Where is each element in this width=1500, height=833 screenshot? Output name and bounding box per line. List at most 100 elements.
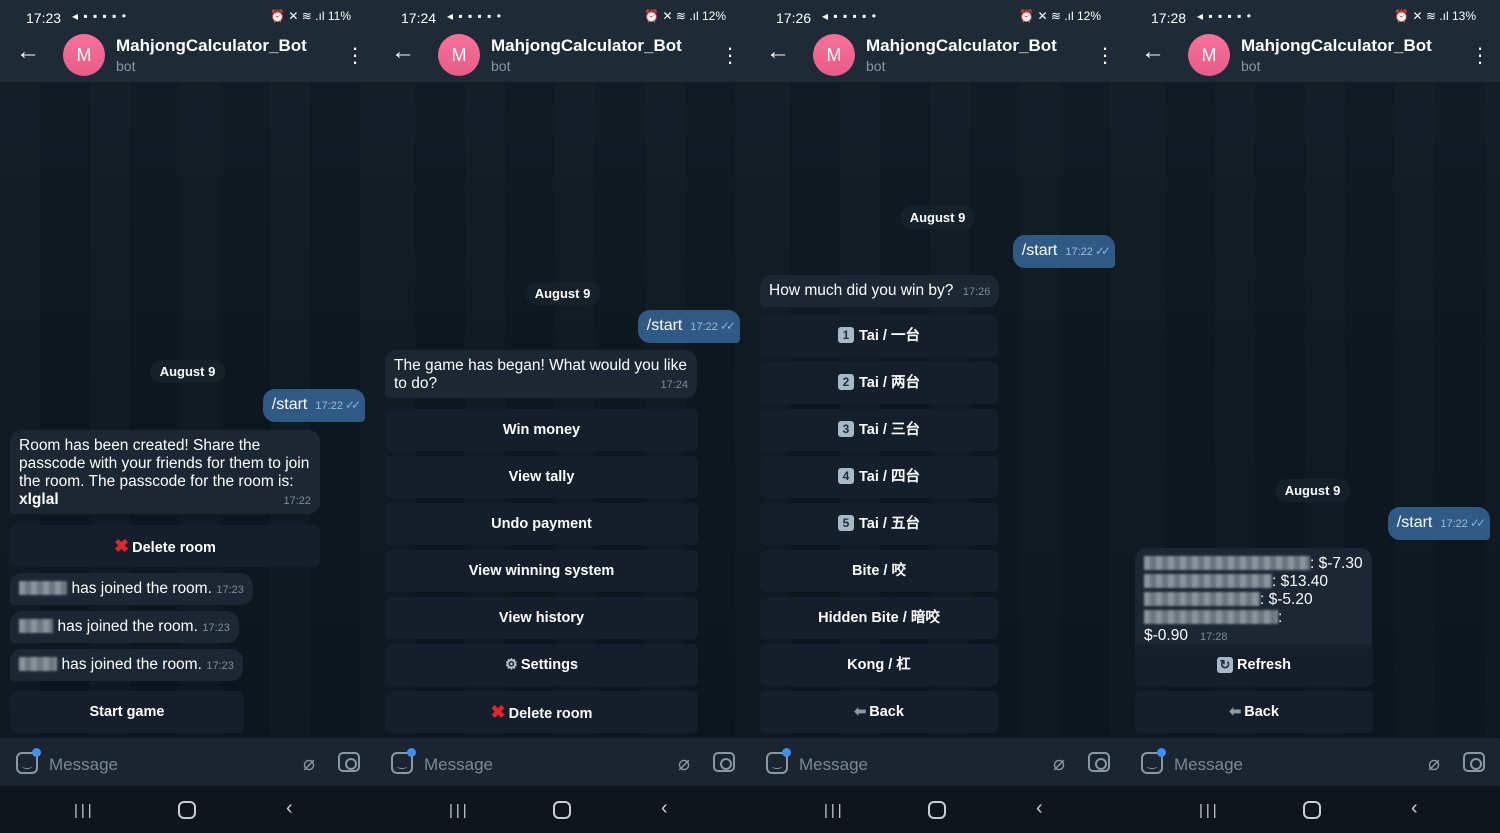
recents-icon[interactable]: ||| — [1199, 802, 1220, 819]
message-time: 17:28 — [1199, 631, 1228, 643]
bot-name[interactable]: MahjongCalculator_Bot — [116, 36, 307, 56]
message-time: 17:22 — [1065, 246, 1093, 258]
bite-button[interactable]: Bite / 咬 — [760, 550, 998, 592]
view-tally-button[interactable]: View tally — [385, 456, 698, 498]
passcode: xlglal — [19, 491, 59, 508]
attach-icon[interactable]: ⌀ — [1053, 751, 1065, 776]
avatar[interactable]: M — [63, 34, 105, 76]
refresh-button[interactable]: ↻ Refresh — [1135, 644, 1373, 686]
three-tai-button[interactable]: 3 Tai / 三台 — [760, 409, 998, 451]
five-tai-button[interactable]: 5 Tai / 五台 — [760, 503, 998, 545]
status-time: 17:24 — [401, 10, 437, 26]
home-icon[interactable] — [178, 801, 196, 819]
read-checks-icon: ✓✓ — [1094, 244, 1111, 258]
chat-area: August 9 /start 17:22 ✓✓ : $-7.30 : $13.40… — [1125, 82, 1500, 738]
keycap-5-icon: 5 — [838, 515, 855, 531]
message-input[interactable]: Message — [49, 755, 118, 775]
camera-icon[interactable] — [1088, 752, 1110, 772]
attach-icon[interactable]: ⌀ — [303, 751, 315, 776]
attach-icon[interactable]: ⌀ — [1428, 751, 1440, 776]
redacted-name — [1144, 574, 1272, 588]
message-text: /start — [271, 396, 308, 413]
avatar[interactable]: M — [1188, 34, 1230, 76]
recents-icon[interactable]: ||| — [824, 802, 845, 819]
back-arrow-icon[interactable]: ← — [766, 40, 790, 64]
avatar[interactable]: M — [813, 34, 855, 76]
screen-3: 17:26 ◂ ▪ ▪ ▪ ▪ • ⏰ ✕ ≋ .ıl 12% ← M Mahj… — [750, 0, 1125, 833]
battery-percent: 11% — [327, 9, 351, 23]
redacted-name — [1144, 610, 1278, 624]
more-vert-icon[interactable]: · · · — [351, 37, 359, 73]
joined-message: has joined the room. 17:23 — [10, 611, 239, 643]
date-pill: August 9 — [1274, 479, 1351, 502]
status-time: 17:28 — [1151, 10, 1187, 26]
bot-status: bot — [491, 58, 511, 74]
status-time: 17:26 — [776, 10, 812, 26]
home-icon[interactable] — [1303, 801, 1321, 819]
tally-message: : $-7.30 : $13.40 : $-5.20 : $-0.90 17:28 — [1135, 548, 1372, 653]
view-winning-system-button[interactable]: View winning system — [385, 550, 698, 592]
message-input[interactable]: Message — [799, 755, 868, 775]
bot-name[interactable]: MahjongCalculator_Bot — [1241, 36, 1432, 56]
start-message: /start 17:22 ✓✓ — [637, 310, 740, 343]
recents-icon[interactable]: ||| — [449, 802, 470, 819]
chat-area: August 9 /start 17:22 ✓✓ The game has bega… — [375, 82, 750, 738]
keycap-4-icon: 4 — [838, 468, 855, 484]
joined-message: has joined the room. 17:23 — [10, 573, 253, 605]
cross-icon: ✖ — [114, 536, 130, 556]
recents-icon[interactable]: ||| — [74, 802, 95, 819]
bot-status: bot — [116, 58, 136, 74]
nav-back-icon[interactable]: ‹ — [286, 797, 293, 820]
undo-payment-button[interactable]: Undo payment — [385, 503, 698, 545]
camera-icon[interactable] — [1463, 752, 1485, 772]
back-arrow-icon: ⬅ — [854, 704, 867, 720]
message-input[interactable]: Message — [424, 755, 493, 775]
avatar[interactable]: M — [438, 34, 480, 76]
win-money-button[interactable]: Win money — [385, 409, 698, 451]
camera-icon[interactable] — [713, 752, 735, 772]
notification-icons: ◂ ▪ ▪ ▪ ▪ • — [72, 9, 127, 23]
start-game-button[interactable]: Start game — [10, 691, 244, 733]
cross-icon: ✖ — [490, 702, 506, 722]
home-icon[interactable] — [553, 801, 571, 819]
more-vert-icon[interactable]: · · · — [1101, 37, 1109, 73]
back-button[interactable]: ⬅ Back — [1135, 691, 1373, 733]
kong-button[interactable]: Kong / 杠 — [760, 644, 998, 686]
chat-header: ← M MahjongCalculator_Bot bot · · · — [750, 28, 1125, 82]
chat-header: ← M MahjongCalculator_Bot bot · · · — [0, 28, 375, 82]
back-arrow-icon[interactable]: ← — [16, 40, 40, 64]
status-right: ⏰ ✕ ≋ .ıl 11% — [270, 9, 351, 23]
nav-back-icon[interactable]: ‹ — [661, 797, 668, 820]
room-created-message: Room has been created! Share the passcod… — [10, 430, 320, 514]
delete-room-button[interactable]: ✖ Delete room — [385, 691, 698, 733]
home-icon[interactable] — [928, 801, 946, 819]
attach-icon[interactable]: ⌀ — [678, 751, 690, 776]
camera-icon[interactable] — [338, 752, 360, 772]
back-button[interactable]: ⬅ Back — [760, 691, 998, 733]
settings-button[interactable]: ⚙ Settings — [385, 644, 698, 686]
bot-status: bot — [1241, 58, 1261, 74]
notification-icons: ◂ ▪ ▪ ▪ ▪ • — [1197, 9, 1252, 23]
battery-percent: 12% — [1076, 9, 1101, 23]
bot-name[interactable]: MahjongCalculator_Bot — [491, 36, 682, 56]
four-tai-button[interactable]: 4 Tai / 四台 — [760, 456, 998, 498]
two-tai-button[interactable]: 2 Tai / 两台 — [760, 362, 998, 404]
message-input[interactable]: Message — [1174, 755, 1243, 775]
message-input-bar: ‿ Message ⌀ — [1125, 738, 1500, 786]
nav-back-icon[interactable]: ‹ — [1411, 797, 1418, 820]
view-history-button[interactable]: View history — [385, 597, 698, 639]
tally-row: : $13.40 — [1144, 573, 1363, 591]
system-nav-bar: ||| ‹ — [0, 786, 375, 833]
nav-back-icon[interactable]: ‹ — [1036, 797, 1043, 820]
bot-name[interactable]: MahjongCalculator_Bot — [866, 36, 1057, 56]
message-text: /start — [1396, 514, 1433, 531]
notification-icons: ◂ ▪ ▪ ▪ ▪ • — [822, 9, 877, 23]
back-arrow-icon: ⬅ — [1229, 704, 1242, 720]
one-tai-button[interactable]: 1 Tai / 一台 — [760, 315, 998, 357]
delete-room-button[interactable]: ✖ Delete room — [10, 525, 320, 567]
back-arrow-icon[interactable]: ← — [391, 40, 415, 64]
more-vert-icon[interactable]: · · · — [1476, 37, 1484, 73]
more-vert-icon[interactable]: · · · — [726, 37, 734, 73]
hidden-bite-button[interactable]: Hidden Bite / 暗咬 — [760, 597, 998, 639]
back-arrow-icon[interactable]: ← — [1141, 40, 1165, 64]
